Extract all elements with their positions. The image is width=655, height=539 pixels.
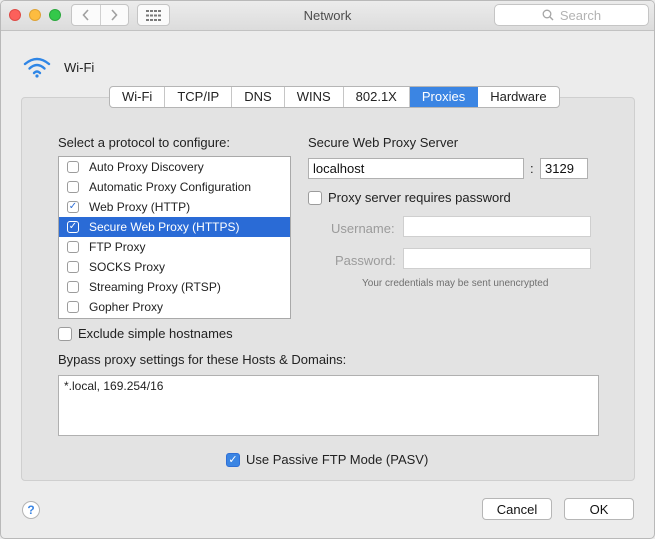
requires-password-checkbox[interactable] [308, 190, 322, 205]
protocol-list: Auto Proxy Discovery Automatic Proxy Con… [58, 156, 291, 319]
proxy-port-field[interactable]: 3129 [540, 158, 588, 179]
tab-wifi[interactable]: Wi-Fi [110, 87, 166, 107]
protocol-item-web-proxy-http[interactable]: ✓ Web Proxy (HTTP) [59, 197, 290, 217]
tab-tcpip[interactable]: TCP/IP [165, 87, 233, 107]
tab-8021x[interactable]: 802.1X [344, 87, 410, 107]
protocol-label: Web Proxy (HTTP) [89, 200, 191, 214]
protocol-label: Gopher Proxy [89, 300, 164, 314]
protocol-item-socks-proxy[interactable]: SOCKS Proxy [59, 257, 290, 277]
username-label: Username: [331, 221, 395, 236]
exclude-simple-hostnames-option[interactable]: Exclude simple hostnames [58, 326, 233, 341]
protocol-list-heading: Select a protocol to configure: [58, 135, 230, 150]
requires-password-label: Proxy server requires password [328, 190, 511, 205]
username-field[interactable] [403, 216, 591, 237]
service-header: Wi-Fi [23, 56, 94, 78]
tab-hardware[interactable]: Hardware [478, 87, 558, 107]
protocol-item-automatic-proxy-configuration[interactable]: Automatic Proxy Configuration [59, 177, 290, 197]
protocol-checkbox[interactable] [67, 161, 79, 173]
checkmark-icon: ✓ [228, 453, 238, 466]
help-button[interactable]: ? [22, 501, 40, 519]
title-bar: Network Search [1, 1, 654, 31]
passive-ftp-checkbox[interactable]: ✓ [226, 452, 240, 467]
protocol-checkbox[interactable] [67, 241, 79, 253]
protocol-checkbox[interactable] [67, 261, 79, 273]
credentials-note: Your credentials may be sent unencrypted [362, 278, 549, 289]
protocol-item-gopher-proxy[interactable]: Gopher Proxy [59, 297, 290, 317]
protocol-item-secure-web-proxy-https[interactable]: ✓ Secure Web Proxy (HTTPS) [59, 217, 290, 237]
protocol-item-auto-proxy-discovery[interactable]: Auto Proxy Discovery [59, 157, 290, 177]
protocol-checkbox[interactable] [67, 281, 79, 293]
protocol-checkbox[interactable]: ✓ [67, 201, 79, 213]
network-preferences-window: Network Search Wi-Fi Wi-Fi TCP/IP DNS WI… [0, 0, 655, 539]
search-placeholder: Search [559, 7, 602, 23]
port-separator: : [530, 161, 534, 176]
bypass-hosts-textarea[interactable]: *.local, 169.254/16 [58, 375, 599, 436]
search-icon [542, 9, 554, 21]
checkmark-icon: ✓ [68, 221, 78, 232]
protocol-label: Streaming Proxy (RTSP) [89, 280, 221, 294]
ok-button[interactable]: OK [564, 498, 634, 520]
protocol-label: Automatic Proxy Configuration [89, 180, 252, 194]
exclude-simple-hostnames-label: Exclude simple hostnames [78, 326, 233, 341]
protocol-label: FTP Proxy [89, 240, 146, 254]
password-label: Password: [335, 253, 396, 268]
proxy-host-field[interactable]: localhost [308, 158, 524, 179]
protocol-label: SOCKS Proxy [89, 260, 166, 274]
tab-bar: Wi-Fi TCP/IP DNS WINS 802.1X Proxies Har… [109, 86, 560, 108]
protocol-item-ftp-proxy[interactable]: FTP Proxy [59, 237, 290, 257]
service-name: Wi-Fi [64, 59, 95, 75]
bypass-label: Bypass proxy settings for these Hosts & … [58, 352, 347, 367]
cancel-button[interactable]: Cancel [482, 498, 552, 520]
tab-dns[interactable]: DNS [232, 87, 285, 107]
requires-password-option[interactable]: Proxy server requires password [308, 190, 511, 205]
exclude-simple-hostnames-checkbox[interactable] [58, 326, 72, 341]
protocol-label: Auto Proxy Discovery [89, 160, 204, 174]
protocol-checkbox[interactable] [67, 181, 79, 193]
passive-ftp-option[interactable]: ✓ Use Passive FTP Mode (PASV) [226, 452, 428, 467]
password-field[interactable] [403, 248, 591, 269]
protocol-item-streaming-proxy-rtsp[interactable]: Streaming Proxy (RTSP) [59, 277, 290, 297]
proxy-server-heading: Secure Web Proxy Server [308, 135, 459, 150]
checkmark-icon: ✓ [68, 201, 78, 212]
protocol-checkbox[interactable] [67, 301, 79, 313]
passive-ftp-label: Use Passive FTP Mode (PASV) [246, 452, 429, 467]
tab-proxies[interactable]: Proxies [409, 87, 479, 107]
wifi-icon [23, 57, 51, 78]
tab-wins[interactable]: WINS [285, 87, 344, 107]
protocol-label: Secure Web Proxy (HTTPS) [89, 220, 240, 234]
protocol-checkbox[interactable]: ✓ [67, 221, 79, 233]
search-input[interactable]: Search [494, 4, 649, 26]
